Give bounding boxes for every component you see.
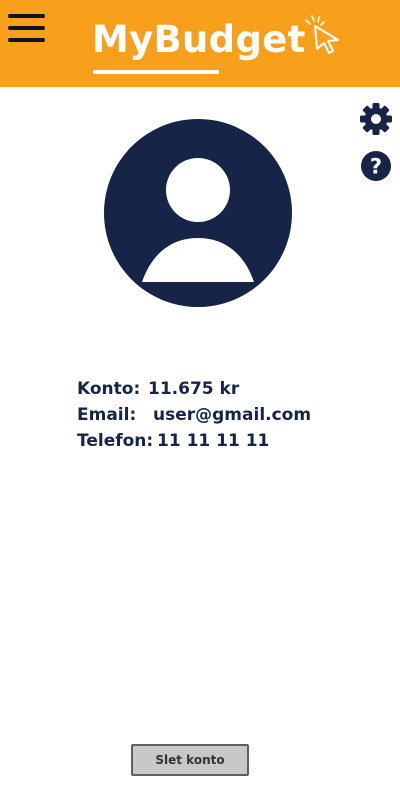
email-row: Email: user@gmail.com (77, 402, 377, 428)
account-info: Konto: 11.675 kr Email: user@gmail.com T… (77, 376, 377, 454)
balance-label: Konto: (77, 379, 141, 399)
help-icon[interactable]: ? (359, 149, 393, 183)
app-header: MyBudget (0, 0, 400, 87)
logo-underline (93, 70, 219, 74)
phone-value: 11 11 11 11 (157, 431, 270, 451)
cursor-click-icon (305, 15, 339, 54)
delete-account-button[interactable]: Slet konto (131, 744, 249, 776)
email-label: Email: (77, 405, 137, 425)
gear-icon[interactable] (359, 102, 393, 136)
balance-row: Konto: 11.675 kr (77, 376, 377, 402)
email-value: user@gmail.com (153, 405, 312, 425)
menu-button[interactable] (8, 14, 46, 44)
phone-row: Telefon: 11 11 11 11 (77, 428, 377, 454)
balance-value: 11.675 kr (148, 379, 240, 399)
phone-label: Telefon: (77, 431, 154, 451)
menu-bar (8, 26, 45, 30)
svg-text:?: ? (370, 155, 382, 179)
app-title: MyBudget (92, 18, 306, 61)
hamburger-menu-icon (8, 14, 45, 18)
menu-bar (8, 38, 45, 42)
app-logo[interactable]: MyBudget (92, 14, 342, 76)
user-avatar-icon (104, 119, 292, 307)
